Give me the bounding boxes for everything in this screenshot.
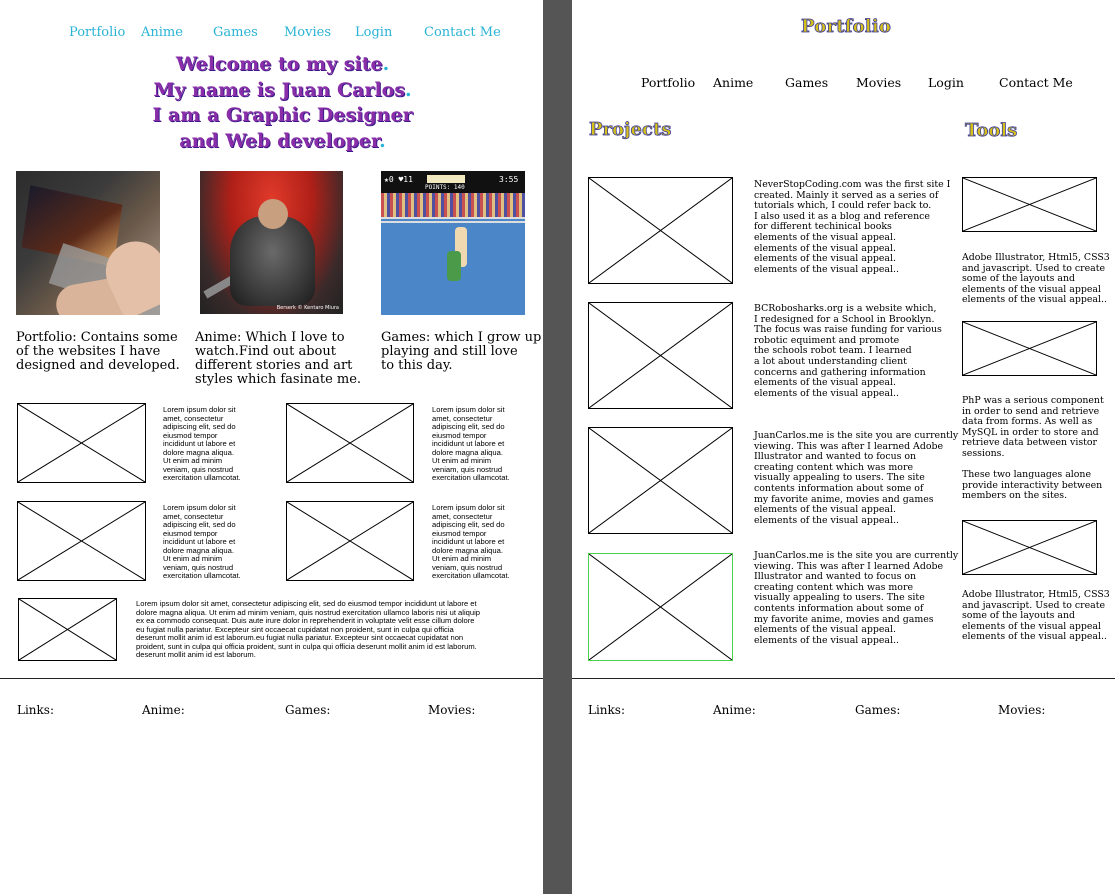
welcome-line-1: Welcome to my site (175, 53, 383, 75)
wireframe-page-home: Portfolio Anime Games Movies Login Conta… (0, 0, 543, 894)
image-placeholder (18, 598, 117, 661)
warrior-face-shape (258, 199, 288, 229)
footer-games[interactable]: Games: (285, 703, 330, 717)
welcome-line-2: My name is Juan Carlos (153, 78, 406, 101)
nav-movies[interactable]: Movies (856, 75, 901, 90)
project-description: JuanCarlos.me is the site you are curren… (754, 430, 959, 526)
welcome-heading: Welcome to my site. My name is Juan Carl… (110, 52, 455, 154)
page-title: Portfolio (801, 16, 892, 38)
nav-movies[interactable]: Movies (284, 25, 331, 40)
ring-ropes (381, 217, 525, 223)
welcome-dot: . (405, 78, 412, 101)
project-image-placeholder-selected[interactable] (588, 553, 733, 661)
tool-description: PhP was a serious component in order to … (962, 395, 1104, 502)
image-placeholder (17, 403, 146, 483)
game-hud: ★0 ♥11 POINTS: 140 3:55 (381, 171, 525, 193)
hud-health-bar (427, 175, 465, 183)
project-description: BCRobosharks.org is a website which, I r… (754, 303, 942, 399)
portfolio-caption: Portfolio: Contains some of the websites… (16, 330, 180, 373)
welcome-line-3: I am a Graphic Designer (152, 104, 413, 126)
nav-anime[interactable]: Anime (713, 75, 753, 90)
hud-points: POINTS: 140 (425, 184, 465, 191)
tool-description: Adobe Illustrator, Html5, CSS3 and javas… (962, 252, 1110, 306)
lorem-text: Lorem ipsum dolor sit amet, consectetur … (163, 405, 241, 482)
boxer-sprite (447, 251, 461, 281)
page-gutter (543, 0, 572, 894)
lorem-text: Lorem ipsum dolor sit amet, consectetur … (163, 503, 241, 580)
project-description: JuanCarlos.me is the site you are curren… (754, 550, 959, 646)
tool-image-placeholder (962, 321, 1097, 376)
nav-portfolio[interactable]: Portfolio (641, 75, 695, 90)
footer-games[interactable]: Games: (855, 703, 900, 717)
footer-links[interactable]: Links: (17, 703, 54, 717)
welcome-line-4: and Web developer (179, 129, 380, 152)
image-placeholder (286, 403, 414, 483)
footer-links[interactable]: Links: (588, 703, 625, 717)
image-credit: Berserk © Kentaro Miura (276, 305, 339, 311)
lorem-paragraph: Lorem ipsum dolor sit amet, consectetur … (136, 599, 480, 659)
tools-heading: Tools (965, 120, 1018, 142)
nav-login[interactable]: Login (928, 75, 964, 90)
project-image-placeholder (588, 177, 733, 284)
footer-anime[interactable]: Anime: (142, 703, 185, 717)
hud-timer: 3:55 (499, 175, 519, 184)
tool-image-placeholder (962, 520, 1097, 575)
project-image-placeholder (588, 302, 733, 409)
lorem-text: Lorem ipsum dolor sit amet, consectetur … (432, 405, 510, 482)
laptop-photo[interactable] (16, 171, 160, 315)
image-placeholder (17, 501, 146, 581)
image-placeholder (286, 501, 414, 581)
games-caption: Games: which I grow up playing and still… (381, 330, 542, 373)
welcome-dot: . (382, 53, 390, 75)
anime-caption: Anime: Which I love to watch.Find out ab… (195, 330, 362, 387)
crowd-band (381, 193, 525, 217)
footer-divider (0, 678, 543, 679)
nav-contact[interactable]: Contact Me (424, 25, 501, 40)
nav-login[interactable]: Login (355, 25, 392, 40)
nav-anime[interactable]: Anime (141, 25, 183, 40)
wireframe-page-portfolio: Portfolio Portfolio Anime Games Movies L… (572, 0, 1115, 894)
game-screenshot[interactable]: ★0 ♥11 POINTS: 140 3:55 (381, 171, 525, 315)
anime-photo[interactable]: Berserk © Kentaro Miura (200, 171, 343, 314)
nav-portfolio[interactable]: Portfolio (69, 25, 125, 40)
projects-heading: Projects (589, 119, 672, 141)
footer-movies[interactable]: Movies: (998, 703, 1045, 717)
project-image-placeholder (588, 427, 733, 534)
nav-contact[interactable]: Contact Me (999, 75, 1073, 90)
tool-description: Adobe Illustrator, Html5, CSS3 and javas… (962, 589, 1110, 643)
tool-image-placeholder (962, 177, 1097, 232)
lorem-text: Lorem ipsum dolor sit amet, consectetur … (432, 503, 510, 580)
nav-games[interactable]: Games (785, 75, 828, 90)
footer-divider (572, 678, 1115, 679)
footer-anime[interactable]: Anime: (713, 703, 756, 717)
nav-games[interactable]: Games (213, 25, 258, 40)
footer-movies[interactable]: Movies: (428, 703, 475, 717)
warrior-body-shape (230, 216, 315, 306)
project-description: NeverStopCoding.com was the first site I… (754, 179, 951, 275)
hud-stars: ★0 ♥11 (384, 175, 413, 184)
welcome-dot: . (379, 129, 386, 152)
